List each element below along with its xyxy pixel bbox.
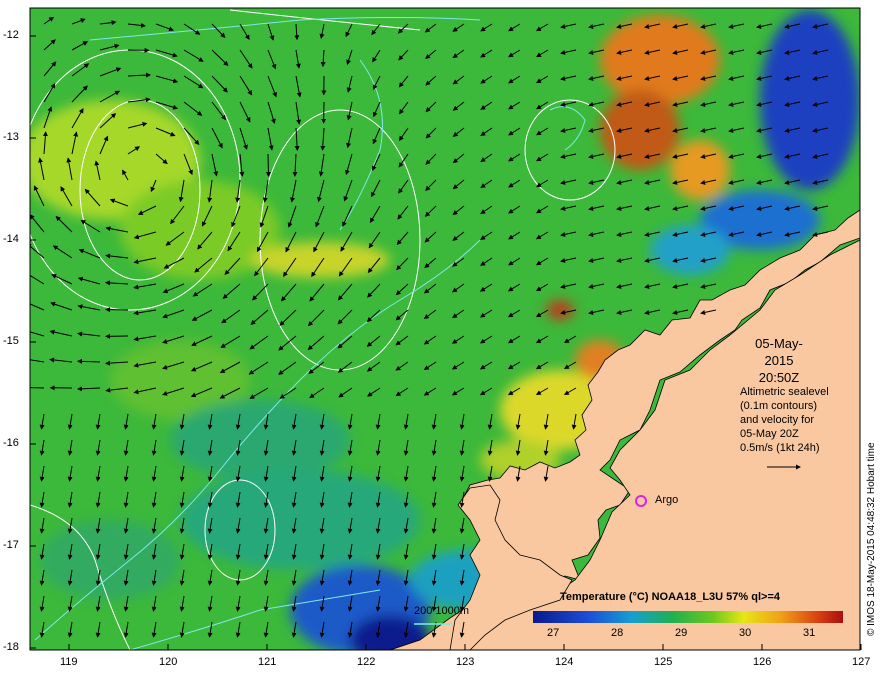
altimetry-legend: Altimetric sealevel (0.1m contours) and … xyxy=(740,385,829,455)
longitude-tick-label: 122 xyxy=(357,656,376,668)
longitude-tick-label: 126 xyxy=(753,656,772,668)
credit-text: © IMOS 18-May-2015 04:48:32 Hobart time xyxy=(866,442,877,636)
latitude-tick-label: -14 xyxy=(3,233,19,245)
colorbar-tick-label: 30 xyxy=(739,627,752,639)
colorbar-tick-label: 29 xyxy=(675,627,688,639)
argo-label: Argo xyxy=(655,494,679,506)
colorbar-tick-label: 28 xyxy=(611,627,624,639)
longitude-tick-label: 121 xyxy=(258,656,277,668)
longitude-tick-label: 123 xyxy=(456,656,475,668)
latitude-tick-label: -12 xyxy=(3,29,19,41)
altimetry-line: Altimetric sealevel xyxy=(740,386,829,398)
date-label: 05-May-2015 xyxy=(755,336,803,368)
map-plot xyxy=(30,8,860,650)
velocity-arrow xyxy=(105,307,129,313)
latitude-tick-label: -13 xyxy=(3,131,19,143)
longitude-tick-label: 119 xyxy=(60,656,78,668)
longitude-tick-label: 127 xyxy=(852,656,871,668)
altimetry-line: and velocity for xyxy=(740,414,814,426)
colorbar xyxy=(533,611,843,623)
altimetry-line: 0.5m/s (1kt 24h) xyxy=(740,442,820,454)
longitude-tick-label: 125 xyxy=(654,656,673,668)
colorbar-title: Temperature (°C) NOAA18_L3U 57% ql>=4 xyxy=(560,591,780,603)
latitude-tick-label: -18 xyxy=(3,641,19,653)
image-date: 05-May-2015 20:50Z xyxy=(741,335,817,386)
altimetry-line: (0.1m contours) xyxy=(740,400,818,412)
depth-label: 200 1000m xyxy=(414,605,470,617)
altimetry-line: 05-May 20Z xyxy=(740,428,799,440)
velocity-arrow xyxy=(30,387,45,389)
velocity-arrow xyxy=(265,153,271,177)
longitude-tick-label: 124 xyxy=(555,656,574,668)
latitude-tick-label: -16 xyxy=(3,437,19,449)
longitude-tick-label: 120 xyxy=(159,656,178,668)
time-label: 20:50Z xyxy=(758,370,800,385)
colorbar-tick-label: 27 xyxy=(547,627,560,639)
colorbar-tick-label: 31 xyxy=(803,627,816,639)
latitude-tick-label: -15 xyxy=(3,335,19,347)
latitude-tick-label: -17 xyxy=(3,539,19,551)
